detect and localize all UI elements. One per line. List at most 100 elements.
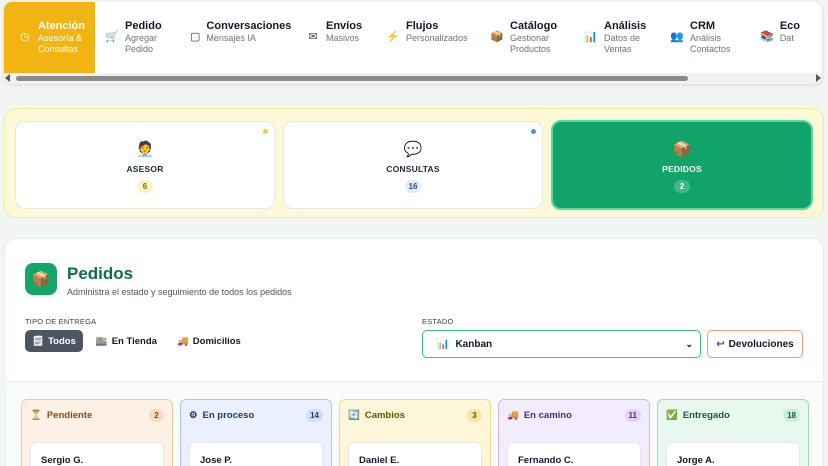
nav-item-sub: Ventas <box>604 44 632 54</box>
advisor-icon: 🧑‍💼 <box>135 141 155 158</box>
box-icon: 📦 <box>672 141 692 158</box>
nav-item-catalogo[interactable]: 📦 Catálogo Gestionar Productos <box>480 2 574 73</box>
page-subtitle: Administra el estado y seguimiento de to… <box>67 287 292 297</box>
kanban-column-en-proceso: ⚙ En proceso 14 Jose P. <box>180 399 332 466</box>
cart-icon: 🛒 <box>105 30 119 43</box>
nav-item-title: Atención <box>37 20 85 32</box>
nav-item-title: Envíos <box>326 20 363 32</box>
check-icon: ✅ <box>666 409 678 421</box>
note-icon: 🗒 <box>32 335 45 347</box>
hourglass-icon: ⏳ <box>30 409 42 421</box>
category-card-pedidos[interactable]: 📦 PEDIDOS 2 <box>551 120 813 210</box>
category-label: CONSULTAS <box>386 164 440 174</box>
kanban-column-entregado: ✅ Entregado 18 Jorge A. <box>657 399 809 466</box>
clock-icon: ◷ <box>20 30 30 43</box>
kanban-column-en-camino: 🚚 En camino 11 Fernando C. <box>498 399 650 466</box>
box-icon: 📦 <box>490 30 504 43</box>
nav-item-sub: Datos de <box>604 33 641 43</box>
kanban-column-cambios: 🔄 Cambios 3 Daniel E. <box>339 399 491 466</box>
category-card-asesor[interactable]: 🧑‍💼 ASESOR 6 <box>15 121 275 209</box>
nav-item-crm[interactable]: 👥 CRM Análisis Contactos <box>660 2 750 73</box>
scroll-left-icon[interactable] <box>5 74 10 82</box>
column-count: 18 <box>783 408 800 422</box>
truck-icon: 🚚 <box>176 335 189 347</box>
delivery-type-toggle: 🗒 Todos 🏬 En Tienda 🚚 Domicilios <box>25 330 248 352</box>
gear-icon: ⚙ <box>189 409 198 421</box>
column-count: 3 <box>467 408 482 422</box>
nav-item-eco[interactable]: 📚 Eco Dat <box>750 2 810 73</box>
order-card[interactable]: Sergio G. <box>30 442 164 466</box>
column-title: Entregado <box>682 409 730 421</box>
nav-item-title: Catálogo <box>510 20 558 32</box>
filter-en-tienda-button[interactable]: 🏬 En Tienda <box>89 330 164 352</box>
delivery-type-label: TIPO DE ENTREGA <box>25 317 97 326</box>
indicator-dot <box>531 129 536 134</box>
nav-item-title: Eco <box>779 20 800 32</box>
nav-item-atencion[interactable]: ◷ Atención Asesoría & Consultas <box>4 2 95 73</box>
category-count: 6 <box>137 180 153 193</box>
category-label: ASESOR <box>126 164 164 174</box>
horizontal-scrollbar[interactable] <box>4 73 822 84</box>
refresh-icon: 🔄 <box>348 409 360 421</box>
nav-item-sub: Masivos <box>326 33 360 43</box>
mail-icon: ✉ <box>308 30 318 43</box>
nav-item-title: Análisis <box>604 20 647 32</box>
nav-item-analisis[interactable]: 📊 Análisis Datos de Ventas <box>574 2 660 73</box>
return-arrow-icon: ↩ <box>716 338 725 350</box>
filter-label: Todos <box>48 335 76 347</box>
nav-item-sub: Productos <box>510 44 551 54</box>
nav-item-pedido[interactable]: 🛒 Pedido Agregar Pedido <box>95 2 180 73</box>
nav-item-title: Pedido <box>125 20 162 32</box>
store-icon: 🏬 <box>95 335 108 347</box>
top-navigation: ◷ Atención Asesoría & Consultas 🛒 Pedido Ag… <box>4 2 822 84</box>
column-count: 14 <box>306 408 323 422</box>
nav-item-sub: Asesoría & <box>37 33 82 43</box>
state-select-value: Kanban <box>455 338 493 350</box>
scroll-right-icon[interactable] <box>816 74 821 82</box>
column-count: 2 <box>149 408 164 422</box>
order-card[interactable]: Jorge A. <box>666 442 800 466</box>
kanban-board: ⏳ Pendiente 2 Sergio G. ⚙ En proceso 14 … <box>5 381 823 466</box>
chart-icon: 📊 <box>584 30 598 43</box>
filter-domicilios-button[interactable]: 🚚 Domicilios <box>170 330 248 352</box>
nav-item-sub: Gestionar <box>510 33 550 43</box>
orders-panel: 📦 Pedidos Administra el estado y seguimi… <box>4 238 824 466</box>
nav-item-sub: Personalizados <box>406 33 468 43</box>
box-icon: 📦 <box>25 263 57 295</box>
nav-item-sub: Agregar <box>125 33 158 43</box>
nav-item-envios[interactable]: ✉ Envíos Masivos <box>296 2 376 73</box>
nav-item-flujos[interactable]: ⚡ Flujos Personalizados <box>376 2 480 73</box>
column-title: En proceso <box>202 409 255 421</box>
returns-button[interactable]: ↩ Devoluciones <box>707 330 803 358</box>
truck-icon: 🚚 <box>507 409 519 421</box>
category-count: 16 <box>404 180 422 193</box>
category-selector: 🧑‍💼 ASESOR 6 💬 CONSULTAS 16 📦 PEDIDOS 2 <box>4 108 824 218</box>
users-icon: 👥 <box>670 30 684 43</box>
state-label: ESTADO <box>422 317 454 326</box>
nav-item-conversaciones[interactable]: ▢ Conversaciones Mensajes IA <box>180 2 296 73</box>
lightning-icon: ⚡ <box>386 30 400 43</box>
filter-label: En Tienda <box>111 335 157 347</box>
chart-icon: 📊 <box>437 338 450 350</box>
nav-item-sub: Contactos <box>690 44 731 54</box>
nav-item-sub: Consultas <box>37 44 78 54</box>
scroll-thumb[interactable] <box>16 76 688 81</box>
order-card[interactable]: Fernando C. <box>507 442 641 466</box>
nav-item-sub: Análisis <box>690 33 722 43</box>
indicator-dot <box>263 129 268 134</box>
filter-todos-button[interactable]: 🗒 Todos <box>25 330 83 352</box>
nav-item-title: Conversaciones <box>206 20 292 32</box>
chat-icon: ▢ <box>190 30 201 43</box>
nav-item-sub: Dat <box>779 33 794 43</box>
order-card[interactable]: Jose P. <box>189 442 323 466</box>
category-card-consultas[interactable]: 💬 CONSULTAS 16 <box>283 121 543 209</box>
chevron-down-icon: ⌄ <box>685 339 693 349</box>
nav-item-sub: Mensajes IA <box>206 33 256 43</box>
order-card[interactable]: Daniel E. <box>348 442 482 466</box>
page-title: Pedidos <box>67 264 134 283</box>
nav-item-title: Flujos <box>406 20 439 32</box>
state-select[interactable]: 📊 Kanban ⌄ <box>422 330 701 358</box>
books-icon: 📚 <box>760 30 774 43</box>
column-title: En camino <box>523 409 572 421</box>
category-label: PEDIDOS <box>662 164 702 174</box>
